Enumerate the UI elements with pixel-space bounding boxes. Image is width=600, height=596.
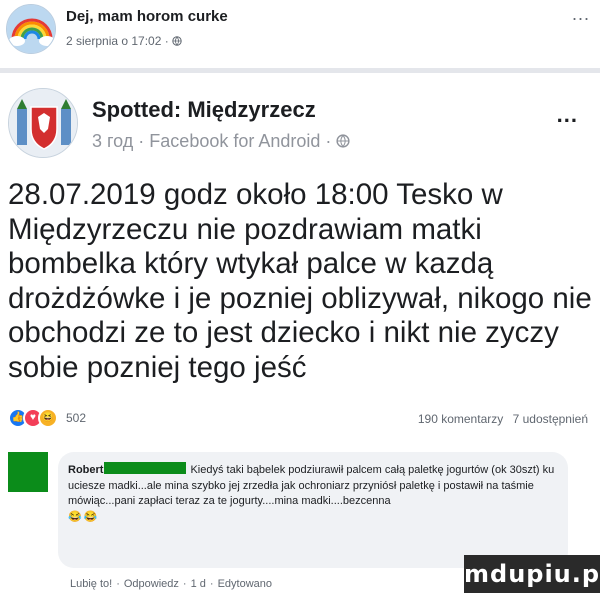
separator: · [182, 578, 187, 590]
shares-count-link[interactable]: 7 udostępnień [513, 412, 588, 426]
outer-more-options-button[interactable]: ... [572, 4, 590, 25]
globe-icon [336, 134, 350, 148]
shared-post-meta: 3 год · Facebook for Android · [92, 131, 350, 152]
comments-count-link[interactable]: 190 komentarzy [418, 412, 503, 426]
comment-bubble: Robert Kiedyś taki bąbelek podziurawił pa… [58, 452, 568, 568]
page-avatar[interactable] [8, 88, 78, 158]
comment-reply-link[interactable]: Odpowiedz [124, 578, 179, 590]
comment-edited-label: Edytowano [217, 578, 272, 590]
shared-post-header: Spotted: Międzyrzecz 3 год · Facebook fo… [0, 84, 600, 164]
post-body-text: 28.07.2019 godz około 18:00 Tesko w Międ… [8, 178, 592, 384]
comment-actions: Lubię to! · Odpowiedz · 1 d · Edytowano [70, 578, 272, 590]
page-name[interactable]: Spotted: Międzyrzecz [92, 97, 316, 123]
comment-like-link[interactable]: Lubię to! [70, 578, 112, 590]
outer-author-name[interactable]: Dej, mam horom curke [66, 8, 228, 25]
post-more-options-button[interactable]: ... [557, 102, 578, 128]
outer-author-avatar[interactable] [6, 4, 56, 54]
post-stats: 190 komentarzy 7 udostępnień [412, 412, 588, 426]
reaction-count: 502 [66, 411, 87, 425]
rainbow-avatar-image [7, 5, 55, 53]
shared-post-date[interactable]: 3 год · Facebook for Android · [92, 131, 336, 151]
separator: · [209, 578, 214, 590]
outer-post-meta: 2 sierpnia o 17:02 · [66, 34, 182, 48]
watermark-logo: mdupiu.pl [464, 555, 600, 593]
outer-post-date[interactable]: 2 sierpnia o 17:02 · [66, 34, 172, 48]
comment-emojis: 😂😂 [68, 510, 100, 523]
redaction-bar [104, 462, 187, 474]
outer-post-header: Dej, mam horom curke 2 sierpnia o 17:02 … [0, 0, 600, 62]
divider [0, 68, 600, 73]
commenter-avatar[interactable] [8, 452, 48, 492]
haha-icon: 😆 [38, 408, 58, 428]
globe-icon [172, 36, 182, 46]
comment-time[interactable]: 1 d [191, 578, 206, 590]
separator: · [116, 578, 120, 590]
coat-of-arms-icon [9, 89, 77, 157]
comment-author[interactable]: Robert [68, 464, 103, 476]
